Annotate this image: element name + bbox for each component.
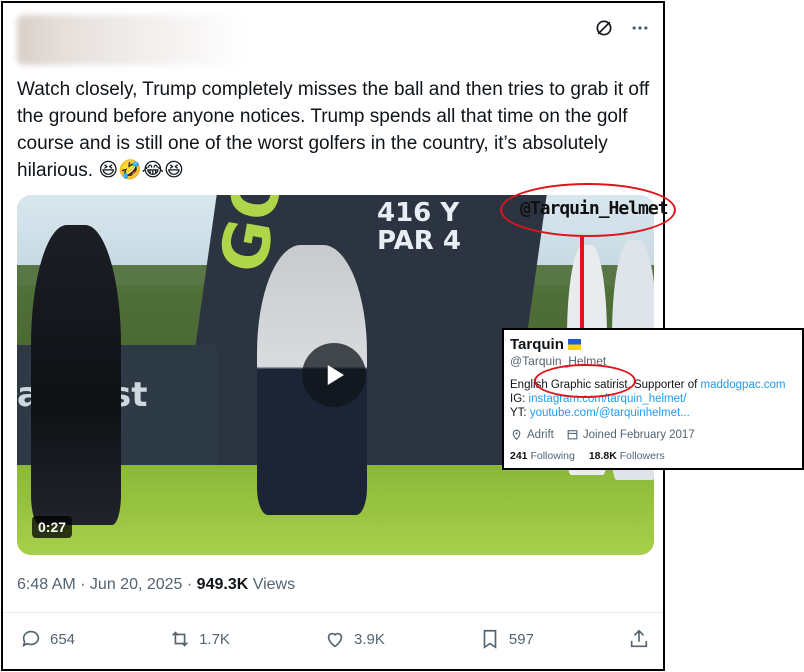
reply-button[interactable]: 654: [20, 628, 75, 650]
followers-count: 18.8K: [588, 450, 617, 462]
like-button[interactable]: 3.9K: [324, 628, 385, 650]
profile-name[interactable]: Tarquin: [510, 336, 564, 353]
heart-icon: [327, 632, 343, 648]
tweet-meta: 6:48 AM · Jun 20, 2025 · 949.3K Views: [17, 576, 295, 594]
video-sign-text: 416 Y PAR 4: [377, 199, 461, 255]
profile-name-row: Tarquin: [510, 336, 796, 353]
sign-line-1: 416 Y: [377, 198, 460, 228]
followers-label: Followers: [616, 450, 665, 462]
golfer-left: [31, 225, 121, 525]
following-stat[interactable]: 241 Following: [510, 450, 575, 462]
bookmark-count: 597: [508, 630, 534, 648]
top-actions: [593, 17, 651, 39]
share-button[interactable]: [628, 628, 650, 650]
watermark-highlight-oval: [500, 183, 676, 237]
profile-card-inset: Tarquin @Tarquin_Helmet English Graphic …: [502, 328, 804, 470]
profile-meta: Adrift Joined February 2017: [510, 428, 796, 441]
bio-highlight-oval: [534, 364, 636, 398]
blurred-author-header: [17, 15, 247, 65]
play-icon: [327, 365, 344, 385]
following-count: 241: [510, 450, 528, 462]
repost-count: 1.7K: [199, 630, 230, 648]
action-bar: 654 1.7K 3.9K 597: [20, 628, 650, 650]
bio-line-2: IG:: [510, 393, 529, 405]
video-duration: 0:27: [32, 516, 73, 538]
repost-icon: [172, 631, 188, 647]
calendar-icon: [567, 430, 578, 440]
bio-link-maddogpac[interactable]: maddogpac.com: [700, 379, 785, 391]
share-icon: [630, 629, 648, 648]
tweet-text: Watch closely, Trump completely misses t…: [17, 79, 650, 181]
bio-link-youtube[interactable]: youtube.com/@tarquinhelmet...: [530, 407, 690, 419]
ukraine-flag-icon: [567, 339, 581, 350]
joined-text: Joined February 2017: [582, 428, 695, 441]
play-button[interactable]: [302, 343, 366, 407]
sign-line-2: PAR 4: [377, 226, 461, 256]
location-text: Adrift: [527, 428, 554, 441]
location-pin-icon: [512, 429, 521, 441]
views-label: Views: [248, 576, 296, 593]
bio-line-3: YT:: [510, 407, 530, 419]
repost-button[interactable]: 1.7K: [169, 628, 230, 650]
tweet-timestamp[interactable]: 6:48 AM · Jun 20, 2025 ·: [17, 576, 197, 593]
bookmark-icon: [483, 629, 497, 649]
followers-stat[interactable]: 18.8K Followers: [589, 450, 665, 462]
divider: [3, 612, 663, 613]
views-count: 949.3K: [196, 576, 249, 593]
profile-handle[interactable]: @Tarquin_Helmet: [510, 354, 796, 368]
profile-location: Adrift: [510, 428, 554, 441]
more-options-icon[interactable]: [629, 17, 651, 39]
reply-icon: [22, 630, 40, 647]
reply-count: 654: [50, 630, 76, 648]
profile-follow-stats: 241 Following 18.8K Followers: [510, 450, 796, 462]
profile-joined: Joined February 2017: [566, 428, 695, 441]
bookmark-button[interactable]: 597: [479, 628, 534, 650]
like-count: 3.9K: [353, 630, 385, 648]
following-label: Following: [527, 450, 575, 462]
grok-icon[interactable]: [593, 17, 615, 39]
